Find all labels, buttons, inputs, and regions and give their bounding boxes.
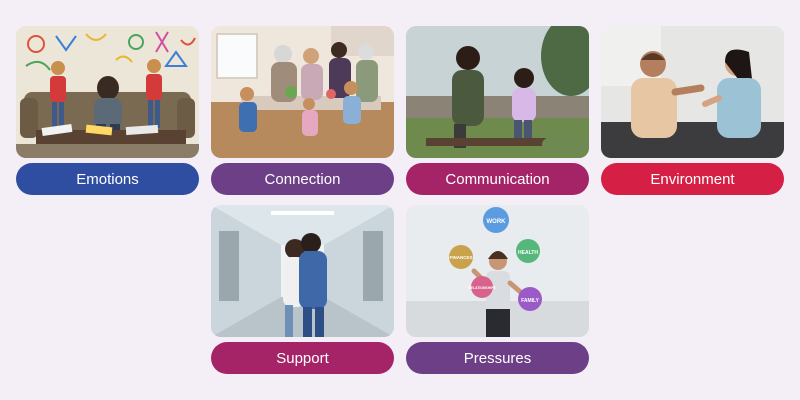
family-stress-photo	[16, 26, 199, 158]
topic-button-support[interactable]: Support	[211, 342, 394, 374]
couple-argument-photo	[601, 26, 784, 158]
hospital-hug-photo	[211, 205, 394, 337]
family-kitchen-photo	[211, 26, 394, 158]
topic-button-connection[interactable]: Connection	[211, 163, 394, 195]
topic-button-pressures[interactable]: Pressures	[406, 342, 589, 374]
bubble-label-health: HEALTH	[518, 250, 538, 256]
bubble-finances: FINANCES	[449, 245, 473, 269]
bubble-label-finances: FINANCES	[449, 255, 472, 260]
juggling-pressures-photo: WORK FINANCES HEALTH RELATIONSHIPS FAMIL…	[406, 205, 589, 337]
bubble-health: HEALTH	[516, 239, 540, 263]
parent-child-talk-photo	[406, 26, 589, 158]
bubble-label-family: FAMILY	[521, 298, 540, 304]
topic-button-emotions[interactable]: Emotions	[16, 163, 199, 195]
bubble-label-work: WORK	[487, 219, 507, 225]
topic-button-communication[interactable]: Communication	[406, 163, 589, 195]
bubble-family: FAMILY	[518, 287, 542, 311]
bubble-work: WORK	[483, 207, 509, 233]
bubble-label-relationships: RELATIONSHIPS	[468, 286, 496, 290]
topic-button-environment[interactable]: Environment	[601, 163, 784, 195]
